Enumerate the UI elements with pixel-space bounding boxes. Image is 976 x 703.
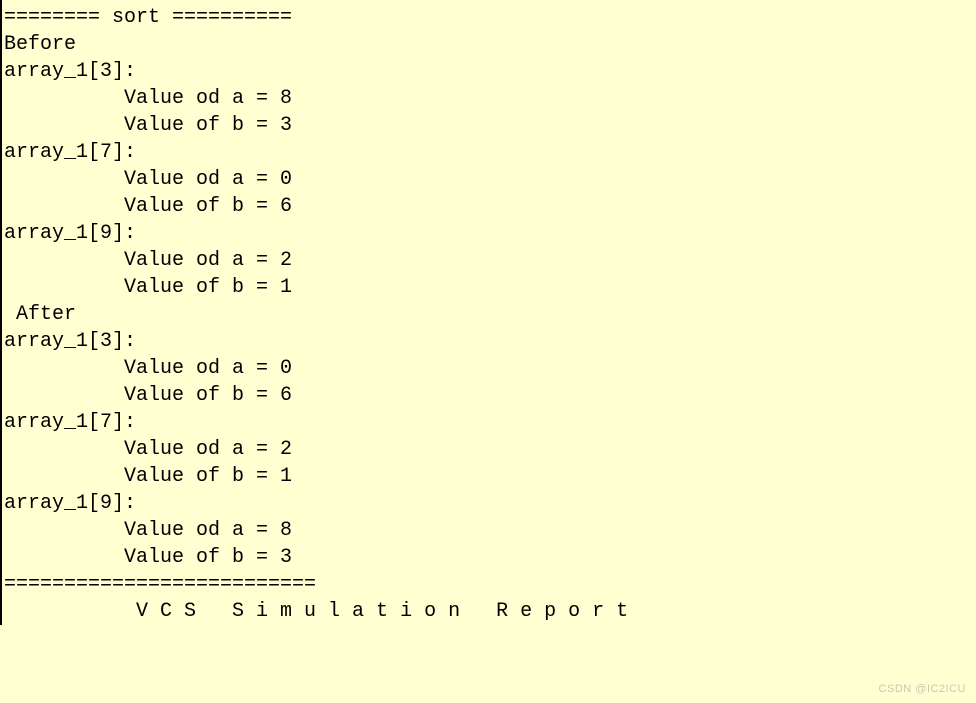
value-b: Value of b = 1 bbox=[4, 274, 976, 301]
array-index-label: array_1[3]: bbox=[4, 58, 976, 85]
array-index-label: array_1[3]: bbox=[4, 328, 976, 355]
vcs-report-header: V C S S i m u l a t i o n R e p o r t bbox=[4, 598, 976, 625]
label-after: After bbox=[4, 301, 976, 328]
divider-line: ========================== bbox=[4, 571, 976, 598]
array-index-label: array_1[7]: bbox=[4, 409, 976, 436]
value-a: Value od a = 8 bbox=[4, 85, 976, 112]
array-index-label: array_1[7]: bbox=[4, 139, 976, 166]
section-header-sort: ======== sort ========== bbox=[4, 4, 976, 31]
value-b: Value of b = 1 bbox=[4, 463, 976, 490]
array-index-label: array_1[9]: bbox=[4, 220, 976, 247]
value-a: Value od a = 0 bbox=[4, 166, 976, 193]
value-a: Value od a = 8 bbox=[4, 517, 976, 544]
array-index-label: array_1[9]: bbox=[4, 490, 976, 517]
terminal-output: ======== sort ========== Before array_1[… bbox=[2, 0, 976, 625]
label-before: Before bbox=[4, 31, 976, 58]
value-a: Value od a = 2 bbox=[4, 436, 976, 463]
value-b: Value of b = 6 bbox=[4, 382, 976, 409]
value-b: Value of b = 6 bbox=[4, 193, 976, 220]
value-b: Value of b = 3 bbox=[4, 544, 976, 571]
value-a: Value od a = 0 bbox=[4, 355, 976, 382]
value-a: Value od a = 2 bbox=[4, 247, 976, 274]
value-b: Value of b = 3 bbox=[4, 112, 976, 139]
watermark-text: CSDN @IC2ICU bbox=[879, 682, 966, 697]
